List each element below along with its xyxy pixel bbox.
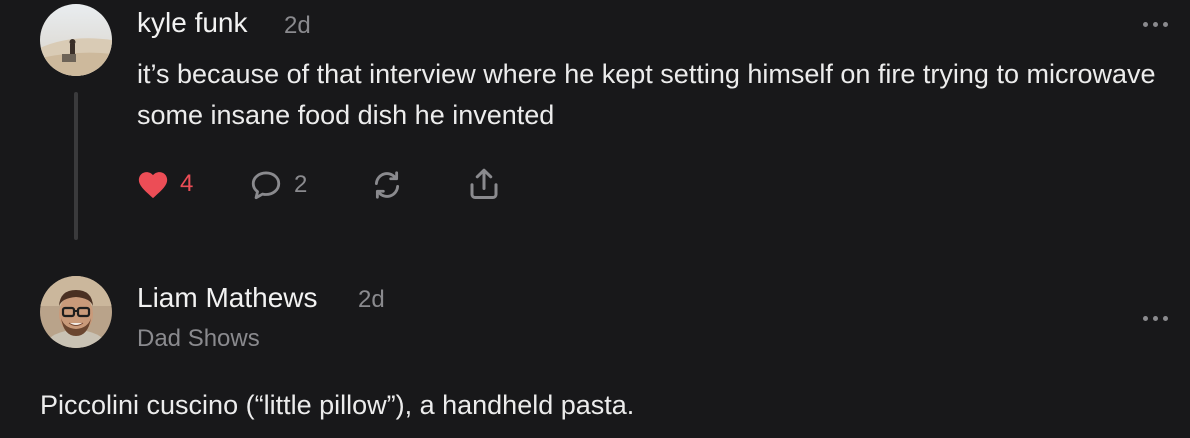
restack-button[interactable] [369, 168, 405, 202]
avatar[interactable] [40, 276, 112, 348]
comment-author[interactable]: Liam Mathews [137, 282, 318, 314]
reply-button[interactable]: 2 [248, 168, 307, 202]
desert-figure-photo-icon [40, 4, 112, 76]
heart-icon [138, 172, 168, 199]
speech-bubble-icon [251, 171, 281, 200]
comment-timestamp: 2d [358, 286, 385, 313]
more-options-button[interactable] [1143, 18, 1171, 30]
share-button[interactable] [466, 166, 502, 202]
reply-count: 2 [294, 171, 308, 198]
man-with-glasses-photo-icon [40, 276, 112, 348]
restack-icon [374, 171, 400, 199]
comment-author[interactable]: kyle funk [137, 7, 248, 39]
comment-text: it’s because of that interview where he … [137, 59, 1156, 130]
share-icon [470, 168, 498, 199]
like-button[interactable]: 4 [136, 168, 193, 200]
comment-text: Piccolini cuscino (“little pillow”), a h… [40, 390, 635, 420]
avatar[interactable] [40, 4, 112, 76]
comment-timestamp: 2d [284, 12, 311, 39]
more-options-button[interactable] [1143, 312, 1171, 324]
thread-line [74, 92, 78, 240]
like-count: 4 [180, 170, 194, 197]
author-publication[interactable]: Dad Shows [137, 325, 260, 353]
